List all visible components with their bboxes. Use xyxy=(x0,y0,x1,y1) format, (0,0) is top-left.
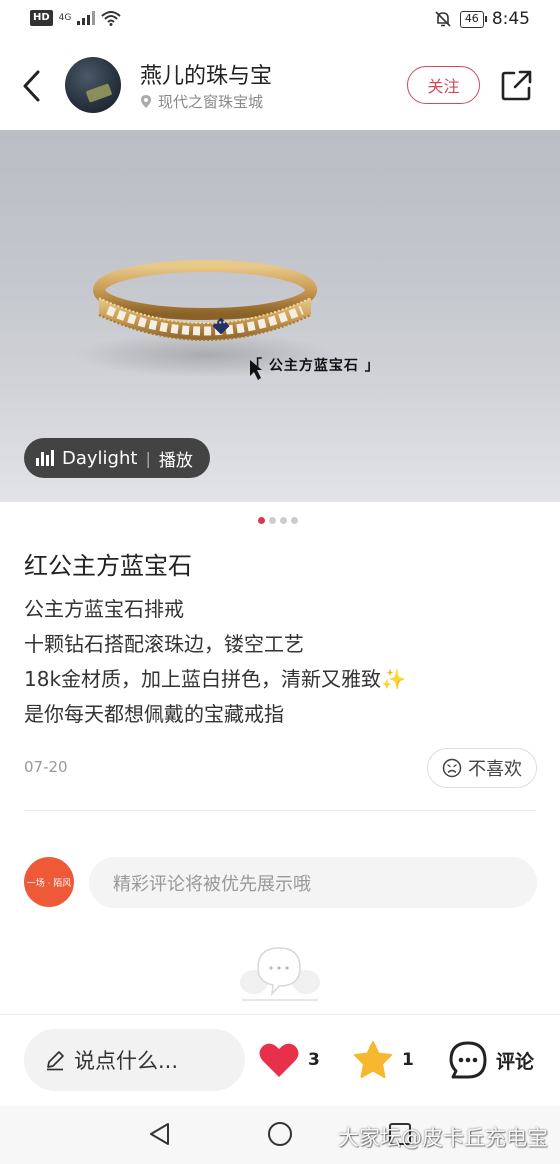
signal-icon xyxy=(77,11,96,25)
nav-home-icon[interactable] xyxy=(266,1120,294,1148)
post-line: 十颗钻石搭配滚珠边，镂空工艺 xyxy=(24,632,304,656)
dislike-label: 不喜欢 xyxy=(468,759,522,780)
status-bar: HD 4G 46 8:45 xyxy=(0,0,560,42)
back-arrow-icon[interactable] xyxy=(18,66,48,106)
comment-bubble-icon xyxy=(449,1041,487,1079)
music-track-name: Daylight xyxy=(62,447,138,469)
favorite-button[interactable]: 1 xyxy=(352,1035,414,1085)
music-play-label: 播放 xyxy=(158,450,193,471)
hd-badge: HD xyxy=(30,10,53,26)
follow-button[interactable]: 关注 xyxy=(407,66,480,104)
post-date: 07-20 xyxy=(24,758,68,776)
location-label: 现代之窗珠宝城 xyxy=(158,93,264,111)
mute-bell-icon xyxy=(435,11,451,27)
like-button[interactable]: 3 xyxy=(258,1035,320,1085)
watermark: 大家坛@皮卡丘充电宝 xyxy=(338,1126,548,1150)
music-bars-icon xyxy=(36,450,54,466)
bottom-action-bar: 说点什么... 3 1 评论 xyxy=(0,1014,560,1106)
pager-dot xyxy=(280,517,287,524)
post-line: 是你每天都想佩戴的宝藏戒指 xyxy=(24,702,284,726)
battery-icon: 46 xyxy=(459,10,487,28)
my-avatar: 一场 · 陌风 xyxy=(24,857,74,907)
heart-icon xyxy=(259,1043,299,1077)
comment-input[interactable]: 精彩评论将被优先展示哦 xyxy=(89,857,537,908)
dislike-button[interactable]: 不喜欢 xyxy=(427,748,537,788)
comment-button[interactable]: 评论 xyxy=(448,1035,534,1085)
share-icon[interactable] xyxy=(500,68,534,102)
like-count: 3 xyxy=(308,1050,320,1070)
wifi-icon xyxy=(101,11,122,26)
pager-dot xyxy=(291,517,298,524)
nav-back-icon[interactable] xyxy=(146,1120,174,1148)
image-caption: 「 公主方蓝宝石 」 xyxy=(248,358,380,374)
author-name[interactable]: 燕儿的珠与宝 xyxy=(140,58,272,90)
post-line: 公主方蓝宝石排戒 xyxy=(24,597,184,621)
say-something-label: 说点什么... xyxy=(74,1049,179,1073)
clock: 8:45 xyxy=(491,9,530,29)
comment-label: 评论 xyxy=(496,1050,535,1073)
post-line: 18k金材质，加上蓝白拼色，清新又雅致✨ xyxy=(24,667,406,691)
location-tag[interactable]: 现代之窗珠宝城 xyxy=(140,91,263,112)
system-nav-bar: 大家坛@皮卡丘充电宝 xyxy=(0,1106,560,1164)
network-type: 4G xyxy=(58,13,72,23)
carousel-pager xyxy=(258,517,298,524)
favorite-count: 1 xyxy=(402,1050,414,1070)
say-something-button[interactable]: 说点什么... xyxy=(24,1029,245,1091)
divider xyxy=(24,810,536,811)
pager-dot xyxy=(269,517,276,524)
post-header: 燕儿的珠与宝 现代之窗珠宝城 关注 xyxy=(0,42,560,130)
pencil-icon xyxy=(47,1051,64,1071)
post-image-carousel[interactable]: 「 公主方蓝宝石 」 Daylight | 播放 xyxy=(0,130,560,502)
post-title: 红公主方蓝宝石 xyxy=(24,552,192,580)
sad-face-icon xyxy=(442,758,462,778)
star-icon xyxy=(354,1041,392,1078)
pager-dot-active xyxy=(258,517,265,524)
empty-comments-icon xyxy=(240,947,320,1001)
music-chip[interactable]: Daylight | 播放 xyxy=(24,438,210,478)
author-avatar[interactable] xyxy=(65,57,121,113)
location-pin-icon xyxy=(141,95,151,108)
post-body: 公主方蓝宝石排戒 十颗钻石搭配滚珠边，镂空工艺 18k金材质，加上蓝白拼色，清新… xyxy=(24,592,544,732)
music-separator: | xyxy=(145,448,151,468)
